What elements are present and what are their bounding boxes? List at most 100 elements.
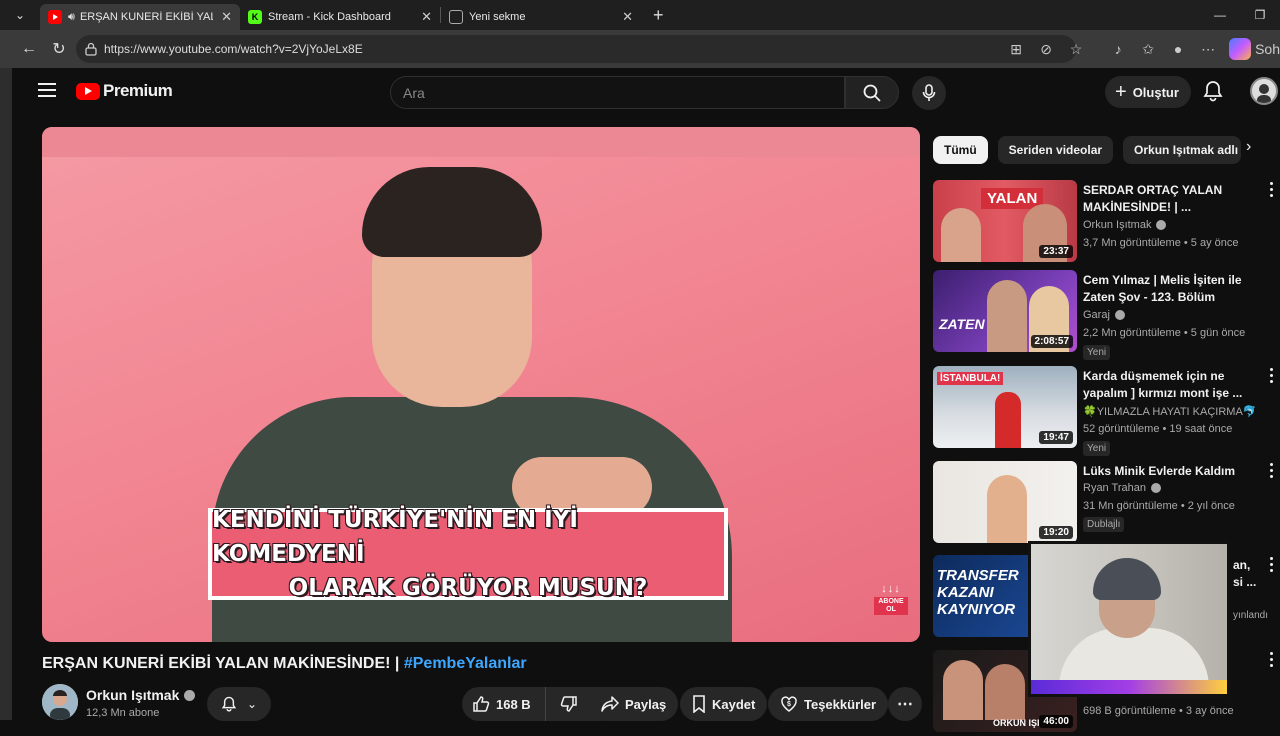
tracking-icon[interactable]: ⊘ (1031, 34, 1061, 64)
back-icon[interactable]: ← (14, 34, 44, 64)
more-options-icon[interactable] (1264, 182, 1278, 200)
tab-list-button[interactable]: ⌄ (0, 0, 40, 30)
verified-icon (1150, 483, 1161, 493)
tab-youtube[interactable]: 🔊︎ ERŞAN KUNERİ EKİBİ YALAN MAK ✕ (40, 4, 240, 30)
video-player[interactable]: KENDİNİ TÜRKİYE'NİN EN İYİ KOMEDYENİ OLA… (42, 127, 920, 642)
more-options-icon[interactable] (1264, 652, 1278, 670)
related-video[interactable]: İSTANBULA! 19:47 Karda düşmemek için ne … (933, 366, 1278, 456)
caption-line-1: KENDİNİ TÜRKİYE'NİN EN İYİ KOMEDYENİ (212, 507, 578, 567)
like-button[interactable]: 168 B (462, 687, 546, 721)
refresh-icon[interactable]: ↻ (44, 34, 74, 64)
youtube-play-icon (76, 82, 100, 100)
account-avatar[interactable] (1250, 77, 1278, 105)
video-thumbnail[interactable]: ZATEN 2:08:57 (933, 270, 1077, 352)
related-video[interactable]: YALAN 23:37 SERDAR ORTAÇ YALAN MAKİNESİN… (933, 180, 1278, 266)
toolbar-icons: ⊞ ⊘ ☆ ♪ ✩ ● ⋯ Soh (1001, 30, 1280, 68)
close-tab-icon[interactable]: ✕ (221, 9, 232, 25)
duration: 2:08:57 (1030, 335, 1073, 348)
chip-series[interactable]: Seriden videolar (997, 136, 1114, 164)
channel-name[interactable]: Orkun Işıtmak (86, 687, 196, 703)
related-title: Cem Yılmaz | Melis İşiten ile Zaten Şov … (1083, 273, 1242, 304)
search-button[interactable] (845, 76, 899, 109)
subscription-bell-button[interactable]: ⌄ (207, 687, 271, 721)
tab-new[interactable]: Yeni sekme ✕ (441, 4, 641, 30)
channel-name-text: Orkun Işıtmak (86, 687, 180, 703)
brand-text: Premium (103, 81, 173, 100)
chevron-right-icon[interactable]: › (1246, 138, 1251, 156)
verified-icon (1156, 220, 1167, 230)
save-label: Kaydet (712, 696, 756, 712)
verified-icon (184, 689, 196, 701)
create-button[interactable]: + Oluştur (1105, 76, 1191, 108)
subscribe-watermark[interactable]: ↓↓↓ ABONE OL (874, 583, 908, 623)
caption-line-2: OLARAK GÖRÜYOR MUSUN? (288, 575, 648, 601)
close-tab-icon[interactable]: ✕ (421, 9, 432, 25)
close-tab-icon[interactable]: ✕ (622, 9, 633, 25)
thumb-text: ZATEN (939, 316, 985, 332)
related-video[interactable]: ZATEN 2:08:57 Cem Yılmaz | Melis İşiten … (933, 270, 1278, 360)
video-thumbnail[interactable]: İSTANBULA! 19:47 (933, 366, 1077, 448)
more-options-icon[interactable] (1264, 463, 1278, 481)
more-options-icon[interactable] (1264, 557, 1278, 575)
super-thanks-icon: $ (781, 696, 797, 712)
apps-icon[interactable]: ⊞ (1001, 34, 1031, 64)
favorite-star-icon[interactable]: ☆ (1061, 34, 1091, 64)
related-title: Karda düşmemek için ne yapalım ] kırmızı… (1083, 369, 1243, 400)
thanks-button[interactable]: $ Teşekkürler (768, 687, 889, 721)
chip-all[interactable]: Tümü (933, 136, 988, 164)
related-channel: Orkun Işıtmak (1083, 219, 1167, 231)
share-icon (601, 696, 619, 712)
browser-toolbar: ← ↻ https://www.youtube.com/watch?v=2VjY… (0, 30, 1280, 68)
share-button[interactable]: Paylaş (589, 687, 679, 721)
related-meta: 3,7 Mn görüntüleme • 5 ay önce (1083, 237, 1239, 249)
webcam-frame-bar (1031, 680, 1227, 694)
more-options-icon[interactable] (1264, 368, 1278, 386)
save-button[interactable]: Kaydet (680, 687, 768, 721)
related-channel: Ryan Trahan (1083, 482, 1161, 494)
related-filter-chips: Tümü Seriden videolar Orkun Işıtmak adlı… (933, 135, 1242, 165)
duration: 19:47 (1039, 431, 1073, 444)
profile-icon[interactable]: ● (1163, 34, 1193, 64)
menu-dots-icon[interactable]: ⋯ (1193, 34, 1223, 64)
related-title: an, si ... (1233, 558, 1257, 589)
audio-icon[interactable]: 🔊︎ (68, 11, 75, 24)
voice-search-button[interactable] (912, 76, 946, 110)
video-background (42, 127, 920, 157)
search-icon (863, 84, 881, 102)
tab-title: Stream - Kick Dashboard (268, 11, 391, 23)
minimize-icon[interactable]: — (1200, 0, 1240, 30)
related-title: Lüks Minik Evlerde Kaldım (1083, 464, 1236, 478)
notifications-icon[interactable] (1202, 80, 1224, 102)
extensions-icon[interactable]: ♪ (1103, 34, 1133, 64)
sidebar-label[interactable]: Soh (1255, 34, 1280, 64)
newtab-icon (449, 10, 463, 24)
maximize-icon[interactable]: ❐ (1240, 0, 1280, 30)
thumb-text: TRANSFER KAZANI KAYNIYOR (937, 567, 1019, 618)
menu-icon[interactable] (38, 83, 56, 97)
dubbed-badge: Dublajlı (1083, 517, 1125, 532)
address-bar[interactable]: https://www.youtube.com/watch?v=2VjYoJeL… (76, 35, 1076, 63)
new-badge: Yeni (1083, 441, 1111, 456)
bell-icon (221, 696, 237, 712)
duration: 23:37 (1039, 245, 1073, 258)
youtube-logo[interactable]: Premium (76, 81, 173, 101)
favorites-icon[interactable]: ✩ (1133, 34, 1163, 64)
chip-channel[interactable]: Orkun Işıtmak adlı yü (1123, 136, 1242, 164)
search-input[interactable]: Ara (390, 76, 845, 109)
related-video[interactable]: 19:20 Lüks Minik Evlerde Kaldım Ryan Tra… (933, 461, 1278, 547)
window-controls: — ❐ (1200, 0, 1280, 30)
abone-label: ABONE OL (874, 597, 908, 615)
new-tab-icon[interactable]: + (653, 5, 664, 26)
tab-kick[interactable]: K Stream - Kick Dashboard ✕ (240, 4, 440, 30)
video-thumbnail[interactable]: 19:20 (933, 461, 1077, 543)
related-meta: yınlandı (1233, 610, 1269, 621)
related-channel-text: Ryan Trahan (1083, 482, 1146, 494)
channel-avatar[interactable] (42, 684, 78, 720)
tab-title: ERŞAN KUNERİ EKİBİ YALAN MAK (79, 11, 213, 23)
duration: 19:20 (1039, 526, 1073, 539)
copilot-icon[interactable] (1229, 38, 1252, 60)
hashtag-link[interactable]: #PembeYalanlar (404, 655, 527, 672)
video-subject-hair (362, 167, 542, 257)
more-actions-button[interactable]: ⋯ (888, 687, 922, 721)
video-thumbnail[interactable]: YALAN 23:37 (933, 180, 1077, 262)
